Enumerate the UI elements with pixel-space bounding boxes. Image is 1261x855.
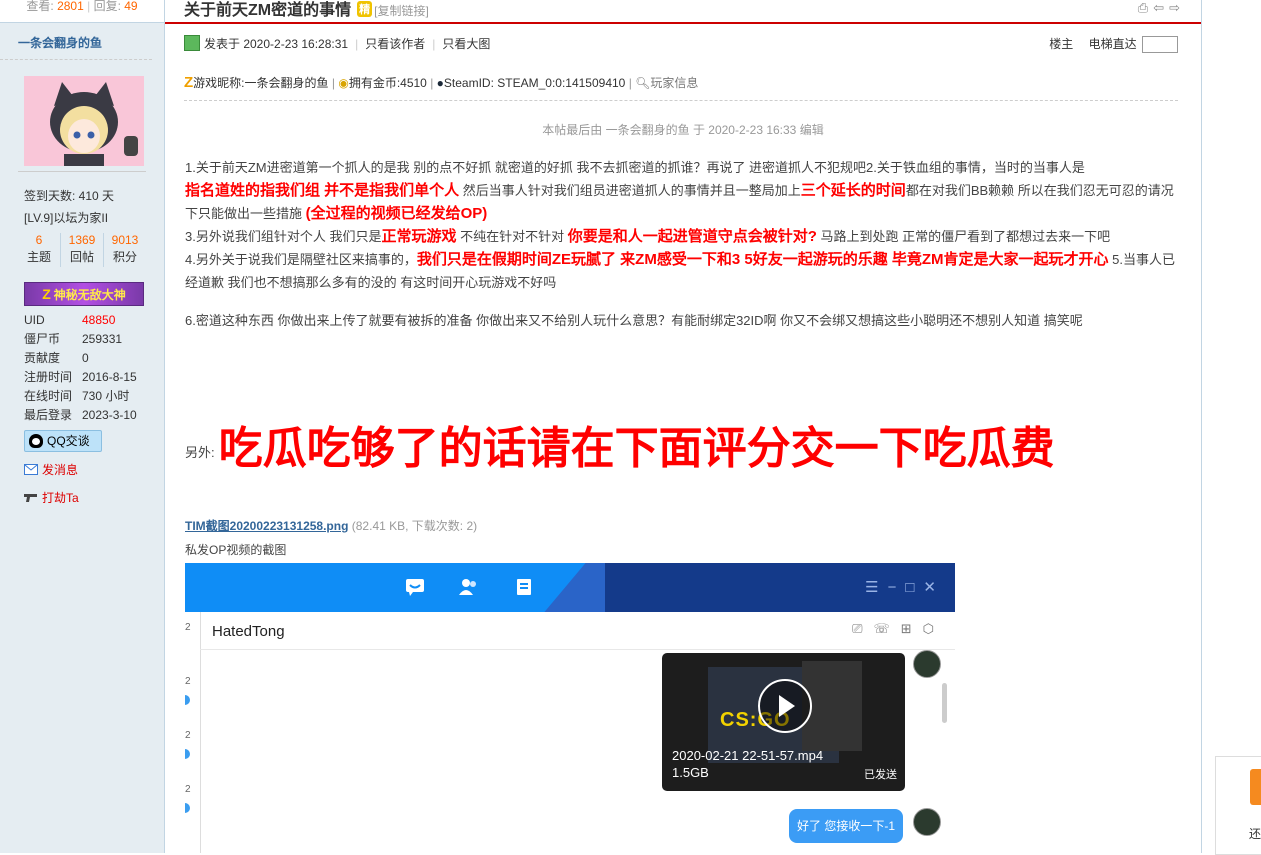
- profile-row: UID 48850: [24, 313, 116, 327]
- play-icon: [758, 679, 812, 733]
- game-info: Z游戏昵称:一条会翻身的鱼 | ◉拥有金币:4510 | ●SteamID: S…: [184, 72, 1178, 101]
- big-image-link[interactable]: 只看大图: [442, 37, 490, 51]
- title-tools: ⎙⇦⇨: [1138, 0, 1185, 16]
- rob-link[interactable]: 打劫Ta: [24, 489, 79, 506]
- attachment-caption: 私发OP视频的截图: [185, 543, 287, 557]
- medal-z-icon: Z: [42, 286, 51, 302]
- profile-row: 在线时间 730 小时: [24, 389, 130, 403]
- side-float-label: 还: [1249, 827, 1261, 841]
- profile-row: 注册时间 2016-8-15: [24, 370, 137, 384]
- copy-link[interactable]: [复制链接]: [374, 4, 429, 18]
- paragraph-1-2: 1.关于前天ZM进密道第一个抓人的是我 别的点不好抓 就密道的好抓 我不去抓密道…: [185, 160, 1174, 222]
- screen-share-icon: ⎚: [852, 621, 874, 636]
- author-name[interactable]: 一条会翻身的鱼: [0, 23, 152, 60]
- window-controls[interactable]: ☰−□✕: [865, 578, 945, 596]
- elevator-label[interactable]: 电梯直达: [1089, 37, 1137, 51]
- user-counts: 6 主题 1369 回帖 9013 积分: [18, 233, 146, 267]
- medal-badge[interactable]: Z 神秘无敌大神: [24, 282, 144, 306]
- online-user-icon: [184, 35, 200, 51]
- profile-row: 僵尸币 259331: [24, 332, 123, 346]
- divider: [18, 171, 146, 172]
- big-red-text: 吃瓜吃够了的话请在下面评分交一下吃瓜费: [218, 424, 1055, 473]
- thread-title: 关于前天ZM密道的事情精 [复制链接]: [184, 1, 429, 19]
- thread-title-bar: 关于前天ZM密道的事情精 [复制链接] ⎙⇦⇨: [165, 0, 1201, 24]
- attachment: TIM截图20200223131258.png (82.41 KB, 下载次数:…: [185, 517, 477, 534]
- sent-status: 已发送: [864, 769, 897, 781]
- thread-stats: 查看: 2801 | 回复: 49: [0, 0, 164, 23]
- edit-note: 本帖最后由 一条会翻身的鱼 于 2020-2-23 16:33 编辑: [542, 123, 824, 137]
- settings-icon: ⬡: [922, 621, 945, 636]
- coin-icon: ◉: [338, 76, 349, 90]
- video-message: CS:GO 2020-02-21 22-51-57.mp4 1.5GB 已发送: [662, 653, 905, 791]
- steam-icon: ●: [436, 76, 444, 90]
- tim-topbar: ☰−□✕: [185, 563, 955, 612]
- paragraph-6: 6.密道这种东西 你做出来上传了就要有被拆的准备 你做出来又不给别人玩什么意思？…: [185, 313, 1083, 328]
- profile-list: UID 48850 僵尸币 259331 贡献度 0 注册时间 2016-8-15 在线…: [24, 311, 154, 425]
- replies-count: 49: [124, 0, 138, 13]
- session-strip: 2 2 2 2: [185, 612, 201, 853]
- video-filename: 2020-02-21 22-51-57.mp4: [672, 748, 824, 763]
- add-icon: ⊞: [900, 621, 923, 636]
- side-float-icon: [1250, 769, 1261, 805]
- phone-icon: ☏: [873, 621, 901, 636]
- attachment-link[interactable]: TIM截图20200223131258.png: [185, 519, 348, 533]
- player-info-link[interactable]: 玩家信息: [650, 76, 698, 90]
- profile-row: 最后登录 2023-3-10: [24, 408, 137, 422]
- qq-chat-button[interactable]: QQ交谈: [24, 430, 102, 452]
- prev-thread-icon[interactable]: ⇦: [1153, 0, 1169, 15]
- count-topics[interactable]: 6 主题: [18, 233, 61, 267]
- print-icon[interactable]: ⎙: [1138, 0, 1153, 15]
- sign-days: 签到天数: 410 天: [24, 189, 115, 203]
- avatar: [913, 808, 941, 836]
- post-main: 关于前天ZM密道的事情精 [复制链接] ⎙⇦⇨ 发表于 2020-2-23 16:…: [165, 0, 1202, 853]
- chat-bubble: 好了 您接收一下-1: [789, 809, 903, 843]
- post-meta: 发表于 2020-2-23 16:28:31 | 只看该作者 | 只看大图 楼主 电梯直…: [184, 34, 1178, 54]
- author-sidebar: 查看: 2801 | 回复: 49 一条会翻身的鱼 签到天数: 410 天 [L…: [0, 0, 165, 853]
- attachment-info: (82.41 KB, 下载次数: 2): [351, 519, 478, 533]
- floor-controls: 楼主 电梯直达: [1049, 34, 1178, 54]
- chat-tools: ⎚☏⊞⬡: [852, 621, 945, 637]
- post-body: 1.关于前天ZM进密道第一个抓人的是我 别的点不好抓 就密道的好抓 我不去抓密道…: [185, 156, 1181, 332]
- envelope-icon: [24, 464, 38, 475]
- magnifier-icon: 🔍︎: [635, 76, 651, 90]
- chat-icon: [406, 579, 424, 596]
- floor-label: 楼主: [1049, 37, 1074, 51]
- scrollbar: [942, 683, 947, 723]
- attached-screenshot[interactable]: ☰−□✕ 2 2 2 2 HatedTong ⎚☏⊞⬡ CS:GO 2020-0…: [185, 563, 955, 853]
- count-replies[interactable]: 1369 回帖: [61, 233, 104, 267]
- elevator-input[interactable]: [1142, 36, 1178, 54]
- docs-icon: [517, 579, 531, 595]
- extra-line: 另外:吃瓜吃够了的话请在下面评分交一下吃瓜费: [185, 424, 1055, 473]
- paragraph-3: 3.另外说我们组针对个人 我们只是正常玩游戏 不纯在针对不针对 你要是和人一起进…: [185, 228, 1111, 245]
- send-message-link[interactable]: 发消息: [24, 461, 78, 478]
- gun-icon: [24, 494, 37, 502]
- user-level[interactable]: [LV.9]以坛为家II: [24, 209, 108, 226]
- profile-row: 贡献度 0: [24, 351, 89, 365]
- qq-penguin-icon: [29, 434, 43, 448]
- count-points[interactable]: 9013 积分: [104, 233, 146, 267]
- only-author-link[interactable]: 只看该作者: [365, 37, 425, 51]
- contact-name: HatedTong: [212, 623, 285, 640]
- next-thread-icon[interactable]: ⇨: [1169, 0, 1185, 15]
- digest-badge: 精: [357, 1, 373, 17]
- avatar[interactable]: [24, 76, 144, 166]
- avatar: [913, 650, 941, 678]
- z-icon: Z: [184, 74, 194, 91]
- contacts-icon: [459, 579, 476, 595]
- video-size: 1.5GB: [672, 765, 709, 780]
- views-count: 2801: [57, 0, 84, 13]
- paragraph-4-5: 4.另外关于说我们是隔壁社区来搞事的，我们只是在假期时间ZE玩腻了 来ZM感受一…: [185, 251, 1175, 290]
- side-float-widget[interactable]: 还: [1215, 756, 1261, 855]
